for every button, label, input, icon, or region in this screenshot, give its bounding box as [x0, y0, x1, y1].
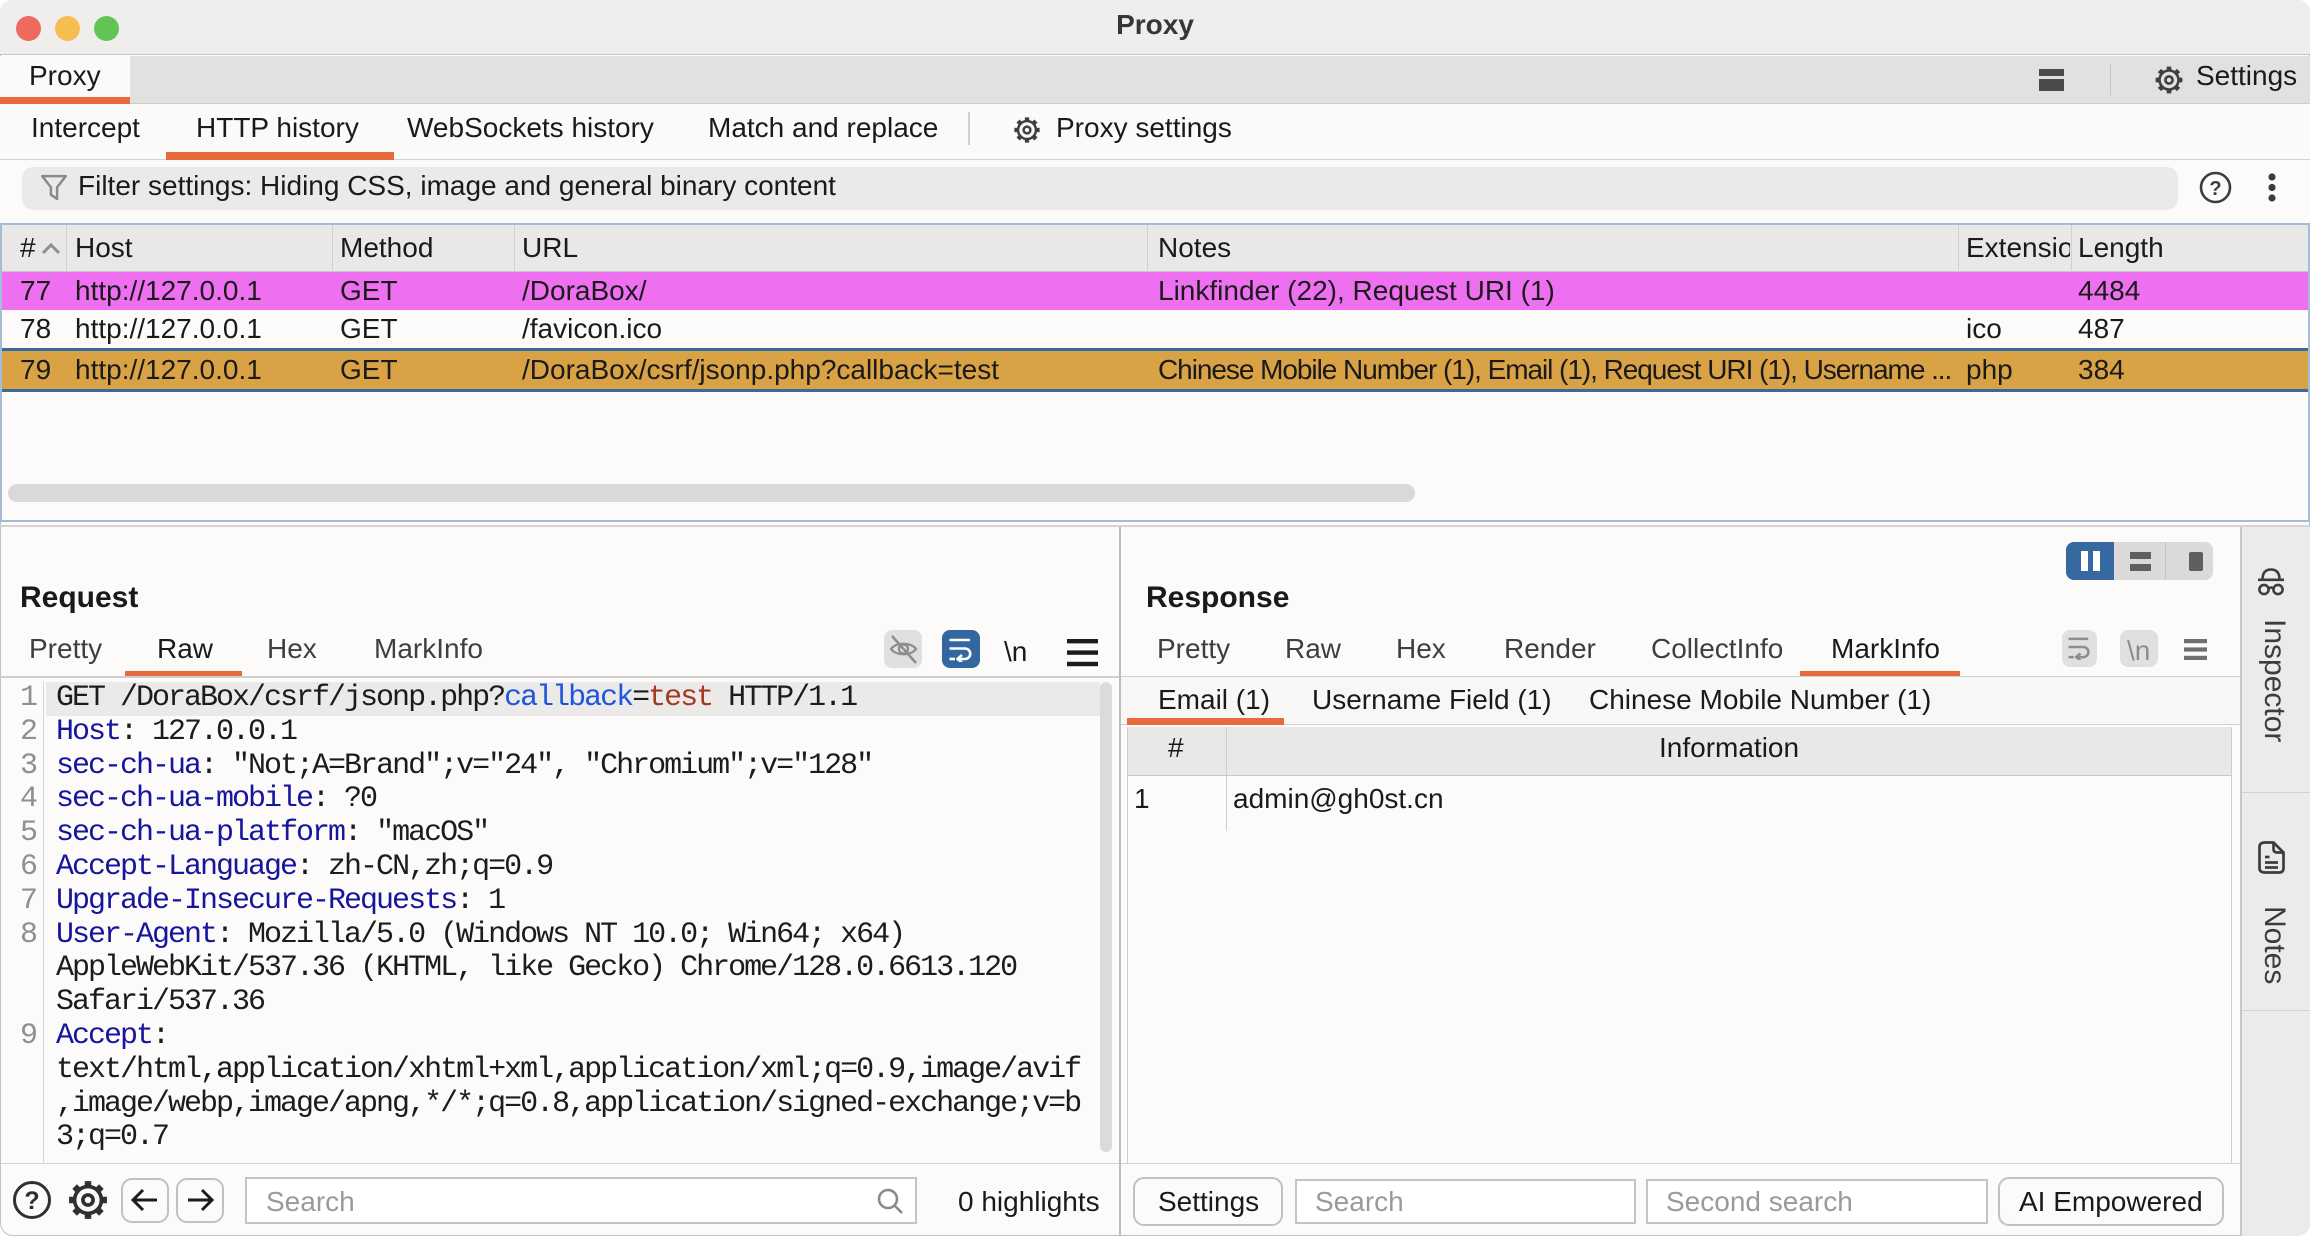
svg-text:?: ? — [24, 1187, 39, 1215]
svg-text:?: ? — [2209, 178, 2221, 200]
